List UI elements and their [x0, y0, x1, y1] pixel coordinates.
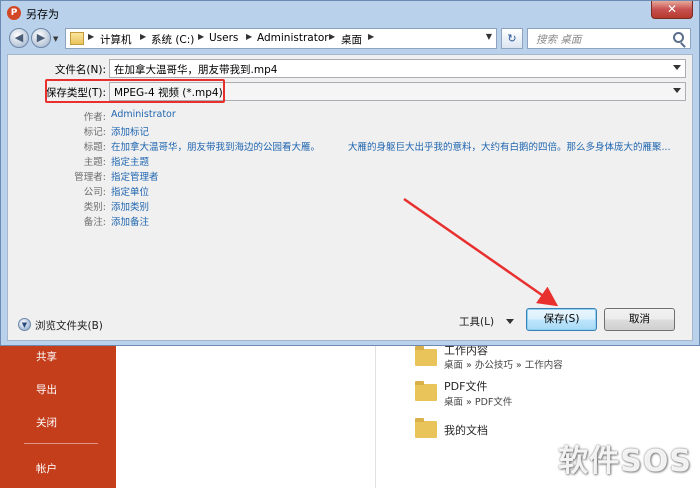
meta-manager-value[interactable]: 指定管理者 [111, 169, 159, 183]
dialog-title: 另存为 [26, 8, 59, 21]
chevron-down-icon: ▼ [18, 318, 31, 331]
meta-tags-value[interactable]: 添加标记 [111, 124, 149, 138]
chevron-right-icon[interactable]: ▶ [246, 32, 252, 41]
cancel-button[interactable]: 取消 [604, 308, 675, 331]
search-input[interactable]: 搜索 桌面 [527, 28, 691, 49]
folder-path: 桌面 » 办公技巧 » 工作内容 [444, 360, 563, 371]
refresh-button[interactable]: ↻ [501, 28, 523, 49]
meta-company-label: 公司: [83, 187, 106, 198]
meta-tags-label: 标记: [83, 127, 106, 138]
folder-icon [415, 346, 437, 366]
filetype-highlight-box [45, 79, 225, 103]
breadcrumb-desktop[interactable]: 桌面 [341, 32, 362, 47]
meta-title-label: 标题: [83, 142, 106, 153]
nav-divider [24, 443, 98, 444]
meta-manager-label: 管理者: [74, 172, 106, 183]
meta-category-label: 类别: [83, 202, 106, 213]
nav-export[interactable]: 导出 [36, 382, 57, 397]
recent-locations-dropdown[interactable]: ▼ [53, 35, 61, 43]
chevron-right-icon[interactable]: ▶ [198, 32, 204, 41]
navigation-bar: ◀ ▶ ▼ ▶ 计算机 ▶ 系统 (C:) ▶ Users ▶ Administ… [1, 27, 699, 49]
chevron-down-icon[interactable] [506, 319, 514, 324]
meta-title-value-continued[interactable]: 大雁的身躯巨大出乎我的意料，大约有白鹅的四倍。那么多身体庞大的雁聚... [348, 139, 671, 153]
meta-comments-value[interactable]: 添加备注 [111, 214, 149, 228]
chevron-right-icon: ▶ [88, 32, 95, 41]
powerpoint-icon: P [7, 6, 21, 20]
chevron-right-icon[interactable]: ▶ [368, 32, 374, 41]
breadcrumb-computer[interactable]: 计算机 [100, 32, 132, 47]
chevron-right-icon[interactable]: ▶ [329, 32, 335, 41]
filename-label: 文件名(N): [54, 64, 106, 76]
meta-title-value[interactable]: 在加拿大温哥华，朋友带我到海边的公园看大雁。 [111, 139, 320, 153]
dialog-body: 文件名(N): 在加拿大温哥华，朋友带我到.mp4 保存类型(T): MPEG-… [7, 54, 693, 341]
breadcrumb-users[interactable]: Users [209, 32, 238, 44]
chevron-down-icon[interactable] [673, 88, 681, 93]
nav-share[interactable]: 共享 [36, 349, 57, 364]
folder-icon [70, 32, 84, 45]
folder-title[interactable]: 我的文档 [444, 422, 488, 438]
title-bar[interactable]: P 另存为 ✕ [1, 1, 699, 25]
browse-folders-label: 浏览文件夹(B) [35, 320, 103, 332]
folder-path: 桌面 » PDF文件 [444, 397, 513, 408]
column-divider [375, 346, 376, 488]
address-bar[interactable]: ▶ 计算机 ▶ 系统 (C:) ▶ Users ▶ Administrator … [65, 28, 497, 49]
chevron-down-icon[interactable] [673, 65, 681, 70]
watermark-logo: 软件SOS [558, 444, 692, 479]
breadcrumb-drive[interactable]: 系统 (C:) [151, 32, 194, 47]
meta-subject-label: 主题: [83, 157, 106, 168]
filename-field[interactable]: 在加拿大温哥华，朋友带我到.mp4 [109, 59, 686, 78]
save-button[interactable]: 保存(S) [526, 308, 597, 331]
nav-account[interactable]: 帐户 [36, 461, 57, 476]
meta-category-value[interactable]: 添加类别 [111, 199, 149, 213]
search-icon[interactable] [673, 32, 684, 43]
meta-author-value[interactable]: Administrator [111, 109, 176, 120]
search-placeholder: 搜索 桌面 [536, 34, 582, 46]
nav-close[interactable]: 关闭 [36, 415, 57, 430]
folder-icon [415, 418, 437, 438]
forward-button[interactable]: ▶ [31, 28, 51, 48]
meta-subject-value[interactable]: 指定主题 [111, 154, 149, 168]
meta-comments-label: 备注: [83, 217, 106, 228]
folder-icon [415, 381, 437, 401]
save-as-dialog: P 另存为 ✕ ◀ ▶ ▼ ▶ 计算机 ▶ 系统 (C:) ▶ Users ▶ … [0, 0, 700, 346]
chevron-right-icon[interactable]: ▶ [140, 32, 146, 41]
chevron-down-icon[interactable]: ▼ [486, 32, 492, 41]
tools-menu-button[interactable]: 工具(L) [459, 314, 494, 329]
meta-company-value[interactable]: 指定单位 [111, 184, 149, 198]
breadcrumb-administrator[interactable]: Administrator [257, 32, 329, 44]
folder-title[interactable]: PDF文件 [444, 378, 487, 394]
filename-value: 在加拿大温哥华，朋友带我到.mp4 [114, 64, 278, 76]
back-button[interactable]: ◀ [9, 28, 29, 48]
meta-author-label: 作者: [83, 112, 106, 123]
close-button[interactable]: ✕ [651, 1, 693, 19]
